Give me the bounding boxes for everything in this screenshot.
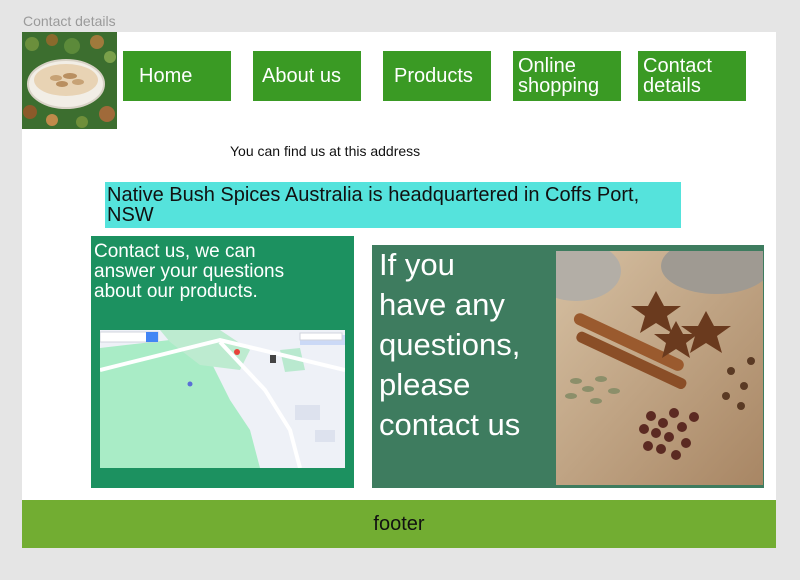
question-text-line2: have any (379, 287, 505, 322)
contact-text-line3: about our products. (94, 281, 258, 302)
nav-products-label: Products (394, 64, 473, 87)
question-text-line3: questions, (379, 327, 521, 362)
nav-online-label-line2: shopping (518, 75, 600, 97)
nav-contact-label-line2: details (643, 75, 701, 97)
frame-title: Contact details (23, 13, 116, 29)
question-card: If you have any questions, please contac… (372, 245, 764, 488)
question-text-line1: If you (379, 247, 455, 282)
nav-contact-details-button[interactable]: Contact details (638, 51, 746, 101)
nav-online-label-line1: Online (518, 55, 576, 77)
contact-text-line1: Contact us, we can (94, 241, 256, 262)
contact-text-line2: answer your questions (94, 261, 285, 282)
nav-home-button[interactable]: Home (123, 51, 231, 101)
intro-text: You can find us at this address (230, 143, 421, 159)
question-text-line4: please (379, 367, 471, 402)
nav-about-button[interactable]: About us (253, 51, 361, 101)
nav-home-label: Home (139, 64, 193, 87)
spice-bowl-logo[interactable] (22, 32, 117, 129)
nav-online-shopping-button[interactable]: Online shopping (513, 51, 621, 101)
footer: footer (22, 500, 776, 548)
question-text: If you have any questions, please contac… (379, 245, 559, 445)
page: Home About us Products Online shopping C… (22, 32, 776, 548)
map-image[interactable] (100, 330, 345, 468)
contact-card: Contact us, we can answer your questions… (91, 236, 354, 488)
question-text-line5: contact us (379, 407, 521, 442)
nav-products-button[interactable]: Products (383, 51, 491, 101)
contact-text: Contact us, we can answer your questions… (94, 242, 334, 302)
spices-photo (556, 251, 763, 485)
nav-contact-label-line1: Contact (643, 55, 712, 77)
nav-about-label: About us (262, 64, 341, 87)
footer-label: footer (373, 512, 425, 535)
address-banner: Native Bush Spices Australia is headquar… (105, 182, 681, 228)
